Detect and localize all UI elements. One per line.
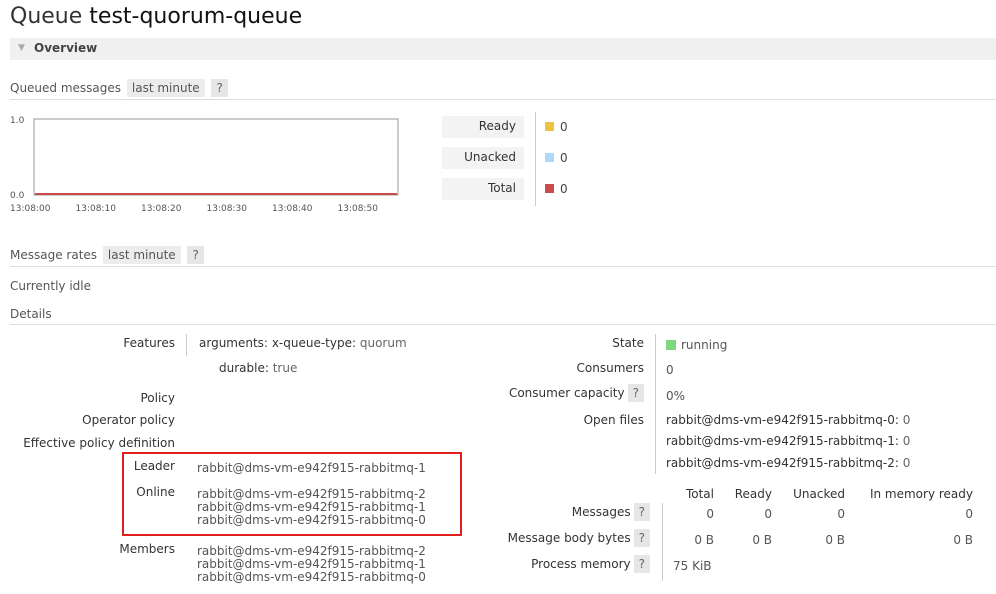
durable-value: true — [272, 361, 298, 375]
consumer-capacity-label: Consumer capacity? — [480, 384, 644, 402]
members-label: Members — [119, 542, 175, 556]
stats-header-unacked: Unacked — [793, 487, 845, 501]
messages-label: Messages? — [480, 503, 650, 521]
highlight-box — [122, 452, 462, 536]
queue-name: test-quorum-queue — [89, 4, 303, 29]
policy-label: Policy — [140, 391, 175, 405]
stats-header-in-memory-ready: In memory ready — [869, 487, 973, 501]
process-memory-help-icon[interactable]: ? — [633, 555, 650, 573]
message-rates-label: Message rates — [10, 248, 98, 262]
title-prefix: Queue — [10, 4, 83, 29]
message-rates-help-icon[interactable]: ? — [187, 246, 204, 264]
arguments-row: arguments: x-queue-type: quorum — [199, 336, 407, 350]
legend-separator — [535, 112, 536, 206]
stats-header-ready: Ready — [734, 487, 772, 501]
messages-total: 0 — [706, 507, 714, 521]
queued-messages-help-icon[interactable]: ? — [211, 79, 228, 97]
consumer-capacity-help-icon[interactable]: ? — [627, 384, 644, 402]
body-bytes-in-memory-ready: 0 B — [953, 533, 973, 547]
overview-section-toggle[interactable]: ▼ Overview — [10, 38, 996, 60]
x-tick-label: 13:08:50 — [338, 204, 379, 214]
collapse-triangle-icon: ▼ — [18, 43, 25, 53]
messages-help-icon[interactable]: ? — [633, 503, 650, 521]
y-min-label: 0.0 — [10, 191, 25, 201]
unacked-swatch-icon — [545, 153, 554, 162]
process-memory-label: Process memory? — [480, 555, 650, 573]
messages-unacked: 0 — [837, 507, 845, 521]
x-tick-label: 13:08:30 — [207, 204, 248, 214]
state-label: State — [612, 336, 644, 350]
legend-ready-button[interactable]: Ready — [442, 116, 524, 138]
open-files-label: Open files — [583, 413, 644, 427]
body-bytes-help-icon[interactable]: ? — [633, 529, 650, 547]
details-header: Details — [10, 307, 52, 321]
queued-messages-header: Queued messages last minute ? — [10, 79, 228, 97]
state-value: running — [666, 338, 727, 352]
legend-unacked-value: 0 — [545, 151, 568, 165]
x-tick-label: 13:08:00 — [10, 204, 51, 214]
durable-key: durable: — [219, 361, 269, 375]
consumers-label: Consumers — [576, 361, 644, 375]
right-separator — [655, 334, 656, 474]
stats-header-total: Total — [685, 487, 714, 501]
legend-total-value: 0 — [545, 182, 568, 196]
legend-total-button[interactable]: Total — [442, 178, 524, 200]
section-divider — [10, 99, 996, 100]
features-separator — [186, 334, 187, 356]
durable-row: durable: true — [219, 361, 297, 375]
stats-separator — [662, 503, 663, 581]
x-tick-label: 13:08:10 — [76, 204, 117, 214]
queued-messages-chart: 1.0 0.0 13:08:00 13:08:10 13:08:20 13:08:30… — [10, 112, 410, 217]
process-memory-value: 75 KiB — [673, 559, 712, 573]
page-title: Queue test-quorum-queue — [10, 4, 302, 29]
member-node: rabbit@dms-vm-e942f915-rabbitmq-0 — [197, 570, 426, 584]
body-bytes-total: 0 B — [694, 533, 714, 547]
section-divider — [10, 324, 996, 325]
operator-policy-label: Operator policy — [82, 413, 175, 427]
legend-unacked-button[interactable]: Unacked — [442, 147, 524, 169]
chart-plot-area — [33, 118, 399, 196]
y-max-label: 1.0 — [10, 116, 25, 126]
idle-text: Currently idle — [10, 279, 91, 293]
message-rates-header: Message rates last minute ? — [10, 246, 204, 264]
x-tick-label: 13:08:20 — [141, 204, 182, 214]
ready-swatch-icon — [545, 122, 554, 131]
overview-label: Overview — [34, 41, 98, 55]
running-status-icon — [666, 340, 676, 350]
queued-messages-label: Queued messages — [10, 81, 122, 95]
consumer-capacity-value: 0% — [666, 389, 686, 403]
x-tick-label: 13:08:40 — [272, 204, 313, 214]
messages-ready: 0 — [764, 507, 772, 521]
queued-messages-chart-svg: 1.0 0.0 13:08:00 13:08:10 13:08:20 13:08:30… — [10, 116, 399, 214]
section-divider — [10, 266, 996, 267]
body-bytes-label: Message body bytes? — [480, 529, 650, 547]
body-bytes-unacked: 0 B — [825, 533, 845, 547]
total-swatch-icon — [545, 184, 554, 193]
open-files-row: rabbit@dms-vm-e942f915-rabbitmq-2: 0 — [666, 456, 911, 470]
arguments-key: arguments: — [199, 336, 268, 350]
open-files-row: rabbit@dms-vm-e942f915-rabbitmq-1: 0 — [666, 434, 911, 448]
queued-messages-range-button[interactable]: last minute — [126, 79, 205, 97]
member-nodes-list: rabbit@dms-vm-e942f915-rabbitmq-2 rabbit… — [197, 545, 426, 584]
queue-type-value: quorum — [359, 336, 407, 350]
features-label: Features — [123, 336, 175, 350]
consumers-value: 0 — [666, 363, 674, 377]
messages-in-memory-ready: 0 — [965, 507, 973, 521]
queue-type-key: x-queue-type: — [271, 336, 357, 350]
x-axis-ticks: 13:08:00 13:08:10 13:08:20 13:08:30 13:08:40… — [10, 204, 378, 214]
legend-ready-value: 0 — [545, 120, 568, 134]
effective-policy-label: Effective policy definition — [23, 436, 175, 450]
open-files-row: rabbit@dms-vm-e942f915-rabbitmq-0: 0 — [666, 413, 911, 427]
body-bytes-ready: 0 B — [752, 533, 772, 547]
message-rates-range-button[interactable]: last minute — [102, 246, 181, 264]
